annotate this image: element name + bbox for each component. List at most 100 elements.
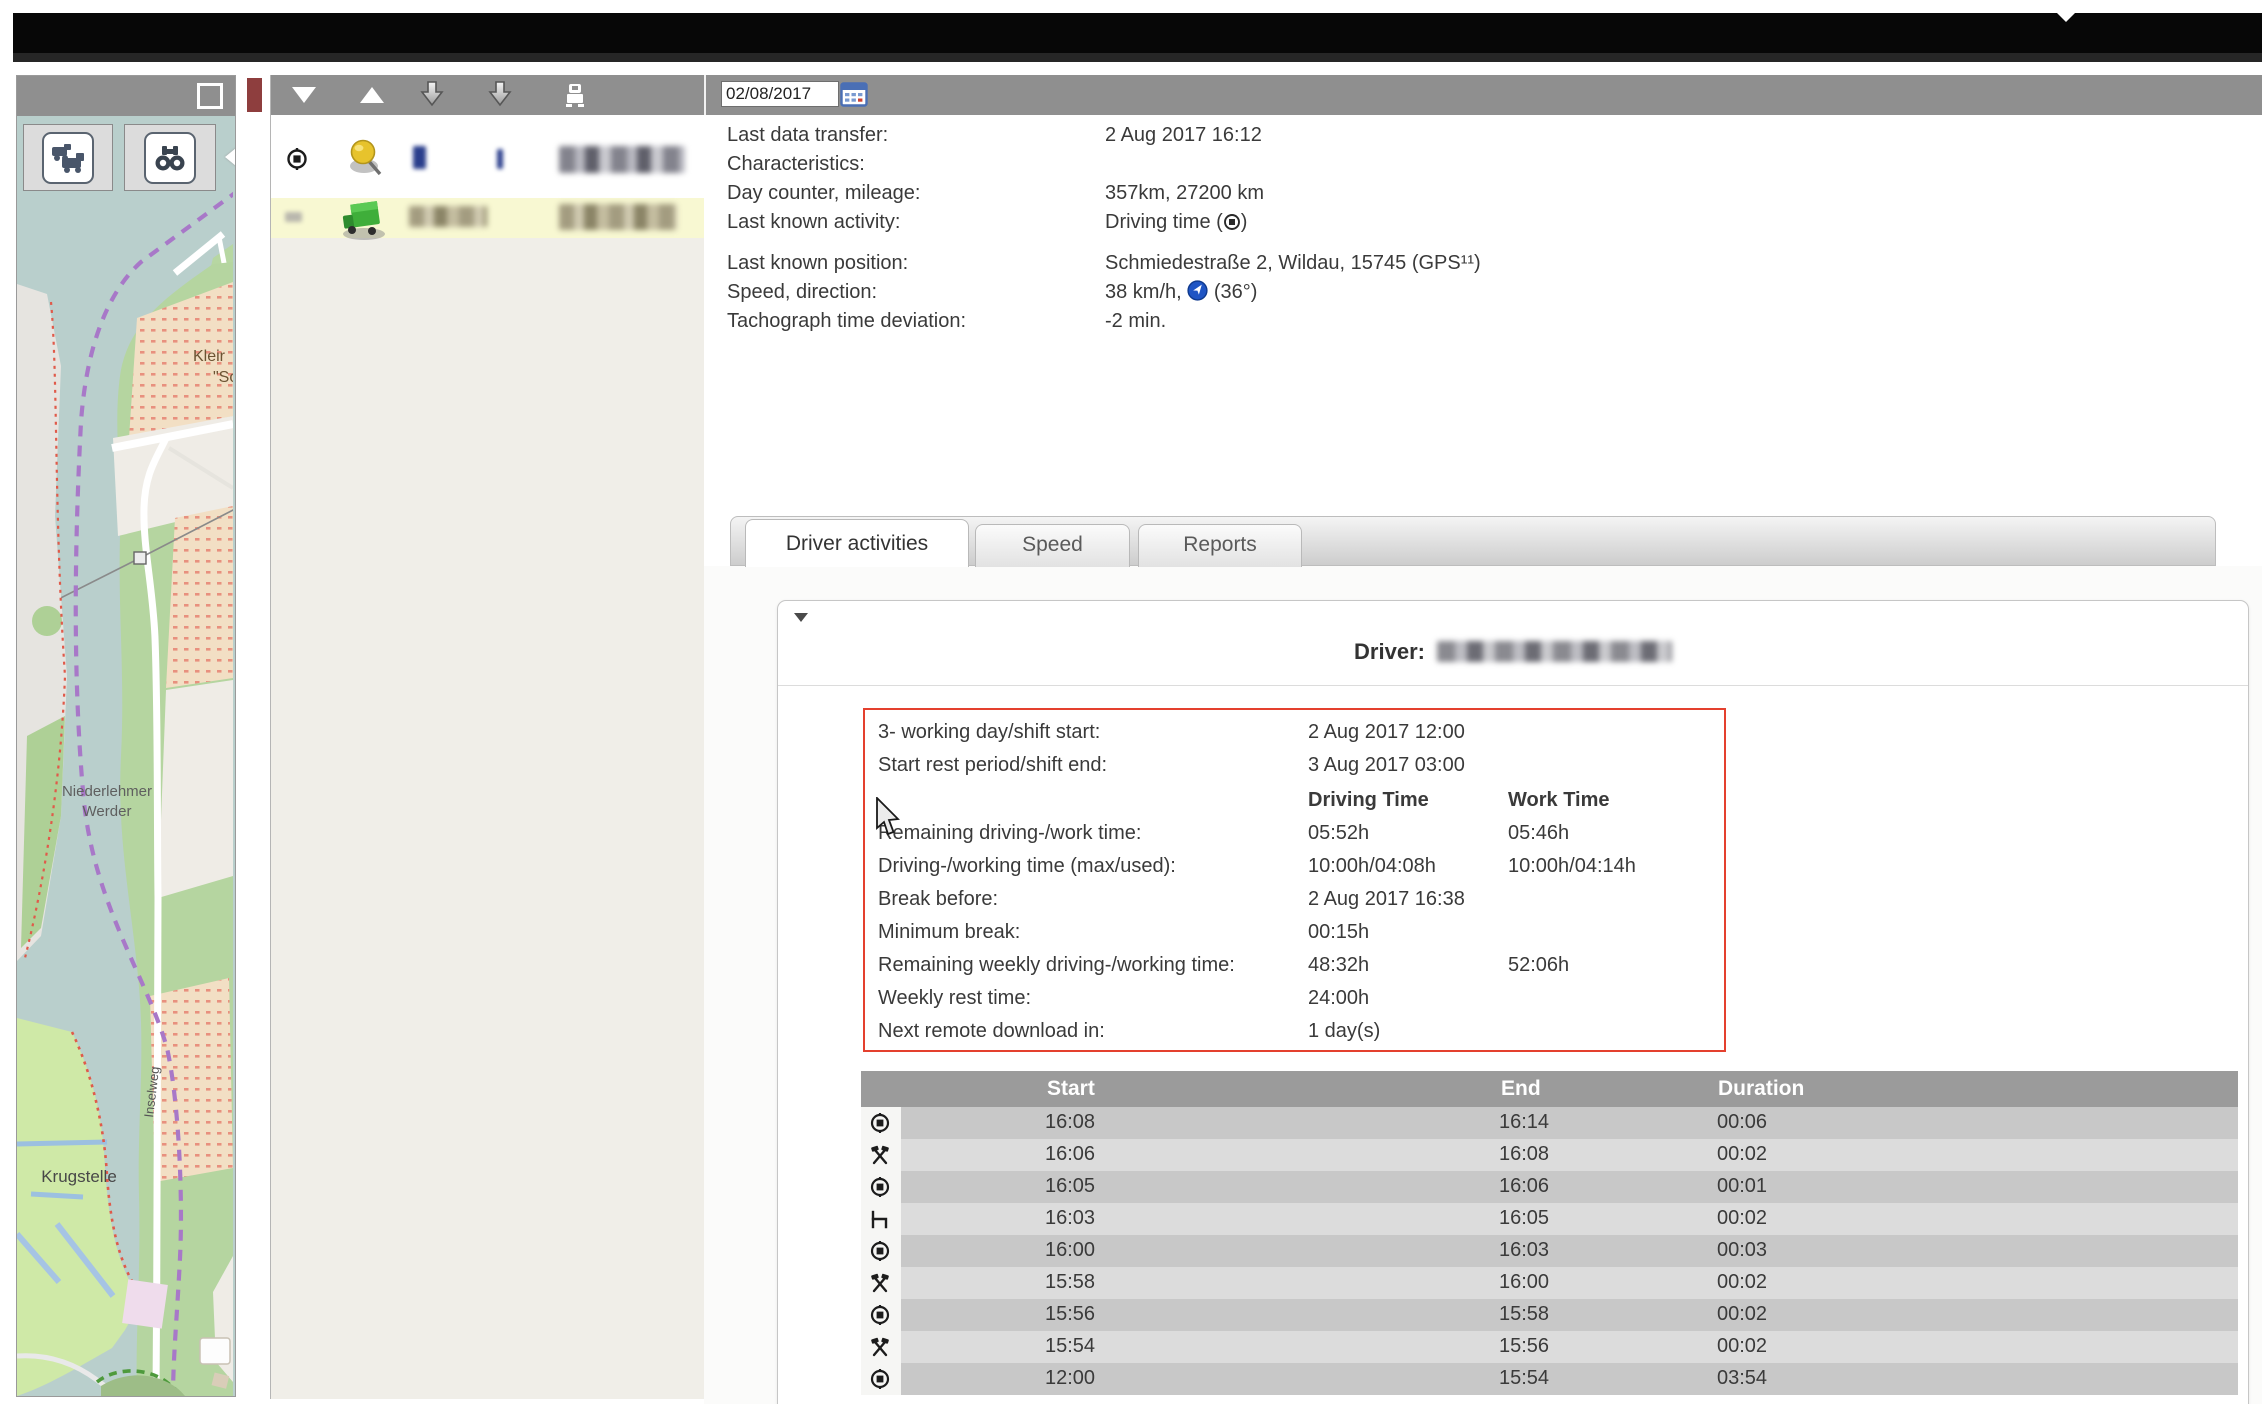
info-label: Day counter, mileage: bbox=[727, 182, 920, 204]
vehicle-list-panel bbox=[270, 75, 706, 1399]
vehicle-row-selected[interactable] bbox=[271, 198, 705, 238]
info-row: Last data transfer: 2 Aug 2017 16:12 bbox=[727, 121, 2027, 150]
activity-row[interactable]: 16:0616:0800:02 bbox=[861, 1139, 2238, 1171]
vehicle-list-toolbar bbox=[271, 75, 705, 115]
menu-dropdown-caret-icon[interactable] bbox=[2057, 13, 2075, 22]
activity-table-body: 16:0816:1400:06 16:0616:0800:02 16:0516:… bbox=[861, 1107, 2238, 1395]
redacted-mark bbox=[285, 212, 302, 222]
stat-row: Remaining weekly driving-/working time:4… bbox=[878, 954, 1724, 987]
activity-icon bbox=[869, 1208, 891, 1230]
info-row: Speed, direction: 38 km/h, (36°) bbox=[727, 278, 2027, 307]
activity-icon bbox=[869, 1176, 891, 1198]
map-label-werder: Werder bbox=[83, 803, 132, 820]
stat-row: 3- working day/shift start:2 Aug 2017 12… bbox=[878, 721, 1724, 754]
download-tachograph-icon[interactable] bbox=[419, 80, 445, 115]
redacted-license-plate bbox=[559, 204, 677, 230]
show-vehicles-button[interactable] bbox=[23, 124, 113, 191]
map-label-kleir: Kleir bbox=[193, 348, 226, 365]
activity-row[interactable]: 12:0015:5403:54 bbox=[861, 1363, 2238, 1395]
search-map-button[interactable] bbox=[124, 124, 216, 191]
binoculars-icon bbox=[144, 132, 196, 184]
top-menu-bar[interactable] bbox=[13, 13, 2262, 62]
tab-content: Driver: 3- working day/shift start:2 Aug… bbox=[704, 566, 2262, 1404]
redacted-text bbox=[409, 206, 487, 227]
stat-row: Remaining driving-/work time:05:52h05:46… bbox=[878, 822, 1724, 855]
map-panel: Kleir "Sc Niederlehmer Werder Inselweg K… bbox=[16, 75, 236, 1397]
activity-row[interactable]: 16:0016:0300:03 bbox=[861, 1235, 2238, 1267]
sort-descending-icon[interactable] bbox=[289, 83, 319, 112]
info-value: 357km, 27200 km bbox=[1105, 179, 1264, 208]
driver-card-header: Driver: bbox=[778, 601, 2248, 686]
map-label-sc: "Sc bbox=[213, 369, 233, 386]
mouse-cursor-icon bbox=[874, 797, 902, 842]
download-driver-card-icon[interactable] bbox=[487, 80, 513, 115]
driver-stats-box: 3- working day/shift start:2 Aug 2017 12… bbox=[863, 708, 1726, 1052]
info-label: Last known position: bbox=[727, 252, 908, 274]
stat-row: Break before:2 Aug 2017 16:38 bbox=[878, 888, 1724, 921]
activity-icon bbox=[869, 1144, 891, 1166]
activity-row[interactable]: 16:0516:0600:01 bbox=[861, 1171, 2238, 1203]
detail-toolbar bbox=[704, 75, 2262, 115]
calendar-icon[interactable] bbox=[840, 81, 868, 108]
vehicle-row[interactable] bbox=[271, 120, 705, 198]
info-label: Last data transfer: bbox=[727, 124, 888, 146]
info-row: Last known activity: Driving time () bbox=[727, 208, 2027, 237]
activity-icon bbox=[869, 1112, 891, 1134]
app-window: Kleir "Sc Niederlehmer Werder Inselweg K… bbox=[0, 0, 2262, 1404]
activity-icon bbox=[869, 1336, 891, 1358]
map-label-niederlehmer: Niederlehmer bbox=[62, 783, 152, 800]
activity-icon bbox=[869, 1368, 891, 1390]
column-header-duration: Duration bbox=[1718, 1077, 1804, 1101]
redacted-text bbox=[497, 149, 503, 169]
info-value: Schmiedestraße 2, Wildau, 15745 (GPS¹¹) bbox=[1105, 249, 1481, 278]
activity-table-header: Start End Duration bbox=[861, 1071, 2238, 1107]
activity-icon bbox=[869, 1304, 891, 1326]
stat-row: Next remote download in:1 day(s) bbox=[878, 1020, 1724, 1053]
stat-row: Driving-/working time (max/used):10:00h/… bbox=[878, 855, 1724, 888]
info-row: Last known position: Schmiedestraße 2, W… bbox=[727, 249, 2027, 278]
activity-icon bbox=[869, 1240, 891, 1262]
sort-ascending-icon[interactable] bbox=[357, 83, 387, 112]
date-input[interactable] bbox=[721, 81, 839, 107]
redacted-driver-name bbox=[1437, 641, 1672, 662]
redacted-text bbox=[413, 146, 426, 169]
activity-row[interactable]: 16:0816:1400:06 bbox=[861, 1107, 2238, 1139]
activity-icon bbox=[869, 1272, 891, 1294]
tab-driver-activities[interactable]: Driver activities bbox=[745, 519, 969, 567]
activity-row[interactable]: 16:0316:0500:02 bbox=[861, 1203, 2238, 1235]
tab-strip: Driver activities Speed Reports bbox=[730, 516, 2216, 566]
info-row: Characteristics: bbox=[727, 150, 2027, 179]
info-value: Driving time () bbox=[1105, 208, 1247, 240]
tab-reports[interactable]: Reports bbox=[1138, 524, 1302, 567]
panel-expand-arrow-icon[interactable] bbox=[225, 148, 236, 166]
vehicles-icon bbox=[42, 132, 94, 184]
map-label-krugstelle: Krugstelle bbox=[41, 1167, 117, 1186]
info-label: Tachograph time deviation: bbox=[727, 310, 966, 332]
activity-row[interactable]: 15:5415:5600:02 bbox=[861, 1331, 2238, 1363]
map-canvas[interactable]: Kleir "Sc Niederlehmer Werder Inselweg K… bbox=[17, 116, 233, 1396]
direction-compass-icon bbox=[1187, 280, 1208, 310]
steering-wheel-icon bbox=[1223, 211, 1241, 240]
activity-row[interactable]: 15:5816:0000:02 bbox=[861, 1267, 2238, 1299]
info-label: Characteristics: bbox=[727, 153, 865, 175]
info-value: 2 Aug 2017 16:12 bbox=[1105, 121, 1262, 150]
collapse-caret-icon[interactable] bbox=[794, 613, 808, 622]
activity-table: Start End Duration 16:0816:1400:06 16:06… bbox=[861, 1071, 2238, 1395]
info-label: Last known activity: bbox=[727, 211, 900, 233]
tab-speed[interactable]: Speed bbox=[975, 524, 1130, 567]
info-row: Tachograph time deviation: -2 min. bbox=[727, 307, 2027, 336]
stat-row: Weekly rest time:24:00h bbox=[878, 987, 1724, 1020]
redacted-license-plate bbox=[559, 146, 685, 173]
yellow-pushpin-icon bbox=[343, 138, 389, 187]
maximize-icon[interactable] bbox=[197, 83, 223, 109]
info-label: Speed, direction: bbox=[727, 281, 877, 303]
panel-splitter-handle[interactable] bbox=[247, 78, 262, 112]
detail-panel: Last data transfer: 2 Aug 2017 16:12 Cha… bbox=[704, 75, 2262, 1404]
green-truck-icon bbox=[337, 194, 391, 247]
stat-row: Start rest period/shift end:3 Aug 2017 0… bbox=[878, 754, 1724, 787]
info-value: -2 min. bbox=[1105, 307, 1166, 336]
activity-row[interactable]: 15:5615:5800:02 bbox=[861, 1299, 2238, 1331]
info-value: 38 km/h, (36°) bbox=[1105, 278, 1257, 310]
stat-row: Minimum break:00:15h bbox=[878, 921, 1724, 954]
vehicle-filter-icon[interactable] bbox=[564, 82, 586, 113]
